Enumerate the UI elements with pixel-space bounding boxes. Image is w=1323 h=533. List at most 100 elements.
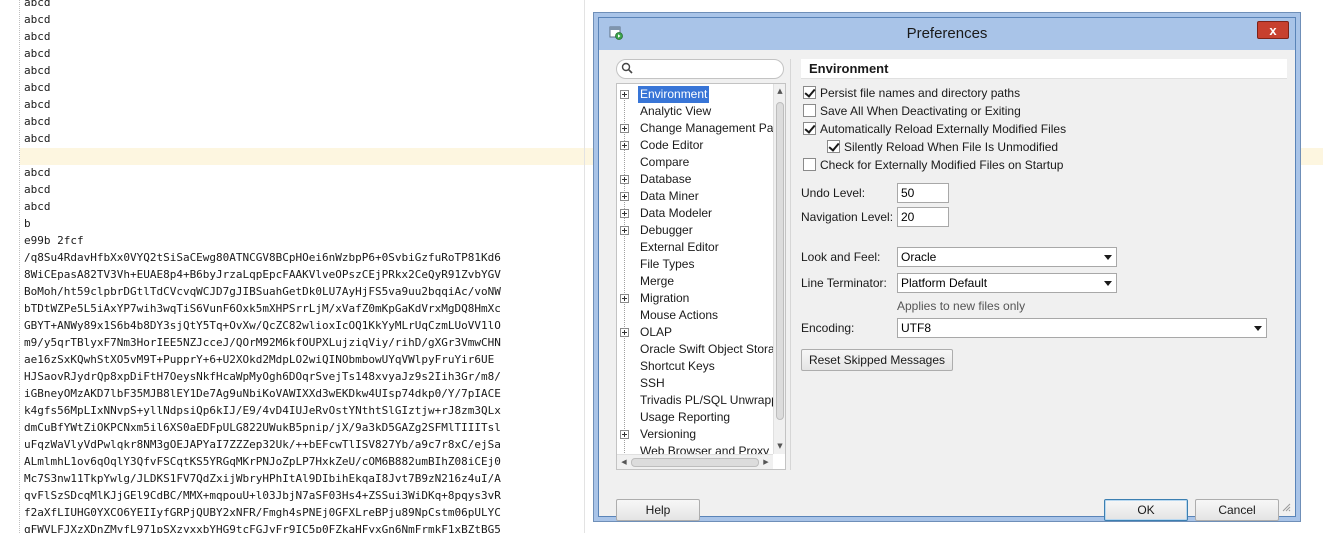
undo-level-input[interactable] — [897, 183, 949, 203]
code-line[interactable]: HJSaovRJydrQp8xpDiFtH7OeysNkfHcaWpMyOgh6… — [24, 368, 501, 385]
code-editor[interactable]: abcd abcd abcd abcd abcd abcd abcd abcd abcd abcd… — [0, 0, 584, 533]
auto-reload-checkbox[interactable] — [803, 122, 816, 135]
search-field[interactable] — [616, 59, 784, 79]
expand-plus-icon[interactable] — [620, 192, 629, 201]
tree-vertical-scrollbar[interactable]: ▲ ▼ — [773, 84, 785, 454]
code-line[interactable]: dmCuBfYWtZiOKPCNxm5il6XS0aEDFpULG822UWuk… — [24, 419, 501, 436]
code-line[interactable]: abcd — [24, 130, 501, 147]
navigation-level-label: Navigation Level: — [801, 210, 894, 224]
look-and-feel-label: Look and Feel: — [801, 250, 881, 264]
navigation-level-input[interactable] — [897, 207, 949, 227]
scroll-down-icon[interactable]: ▼ — [776, 442, 784, 450]
editor-gutter-line — [19, 0, 20, 533]
code-line[interactable]: abcd — [24, 28, 501, 45]
save-all-checkbox[interactable] — [803, 104, 816, 117]
chevron-down-icon — [1104, 255, 1112, 260]
expand-plus-icon[interactable] — [620, 141, 629, 150]
environment-panel: Environment Persist file names and direc… — [801, 59, 1287, 479]
scroll-up-icon[interactable]: ▲ — [776, 87, 784, 95]
check-startup-label: Check for Externally Modified Files on S… — [820, 158, 1064, 172]
expand-plus-icon[interactable] — [620, 175, 629, 184]
panel-divider[interactable] — [790, 59, 791, 470]
code-line[interactable]: m9/y5qrTBlyxF7Nm3HorIEE5NZJcceJ/QOrM92M6… — [24, 334, 501, 351]
expand-plus-icon[interactable] — [620, 328, 629, 337]
code-line[interactable]: abcd — [24, 62, 501, 79]
expand-plus-icon[interactable] — [620, 430, 629, 439]
tree-horizontal-scroll-thumb[interactable] — [631, 458, 759, 467]
expand-plus-icon[interactable] — [620, 90, 629, 99]
code-line[interactable]: f2aXfLIUHG0YXCO6YEIIyfGRPjQUBY2xNFR/Fmgh… — [24, 504, 501, 521]
code-line[interactable]: qFWVLFJXzXDnZMvfL971pSXzyxxbYHG9tcFGJyFr… — [24, 521, 501, 533]
check-startup-checkbox[interactable] — [803, 158, 816, 171]
preferences-tree[interactable]: Environment Analytic View Change Managemen… — [616, 83, 786, 470]
code-line[interactable]: abcd — [24, 198, 501, 215]
help-button[interactable]: Help — [616, 499, 700, 521]
scroll-right-icon[interactable]: ▶ — [762, 458, 770, 466]
code-line[interactable]: GBYT+ANWy89x1S6b4b8DY3sjQtY5Tq+OvXw/QcZC… — [24, 317, 501, 334]
tree-item-label: Compare — [640, 155, 690, 169]
cancel-button[interactable]: Cancel — [1195, 499, 1279, 521]
tree-item-label: Database — [640, 172, 692, 186]
code-line[interactable]: /q8Su4RdavHfbXx0VYQ2tSiSaCEwg80ATNCGV8BC… — [24, 249, 501, 266]
code-line[interactable]: uFqzWaVlyVdPwlqkr8NM3gOEJAPYaI7ZZZep32Uk… — [24, 436, 501, 453]
expand-plus-icon[interactable] — [620, 226, 629, 235]
code-line[interactable]: qvFlSzSDcqMlKJjGEl9CdBC/MMX+mqpouU+l03Jb… — [24, 487, 501, 504]
tree-item-label: Trivadis PL/SQL Unwrapper — [640, 393, 786, 407]
code-line[interactable]: k4gfs56MpLIxNNvpS+yllNdpsiQp6kIJ/E9/4vD4… — [24, 402, 501, 419]
line-terminator-select[interactable]: Platform Default — [897, 273, 1117, 293]
code-line[interactable]: bTDtWZPe5L5iAxYP7wih3wqTiS6VunF6Oxk5mXHP… — [24, 300, 501, 317]
tree-item-label: Usage Reporting — [640, 410, 731, 424]
code-line[interactable]: abcd — [24, 113, 501, 130]
code-line[interactable]: abcd — [24, 164, 501, 181]
code-line[interactable]: iGBneyOMzAKD7lbF35MJB8lEY1De7Ag9uNbiKoVA… — [24, 385, 501, 402]
undo-level-label: Undo Level: — [801, 186, 866, 200]
tree-vertical-scroll-thumb[interactable] — [776, 102, 784, 420]
silent-reload-label: Silently Reload When File Is Unmodified — [844, 140, 1059, 154]
code-line[interactable]: abcd — [24, 11, 501, 28]
code-line[interactable]: abcd — [24, 181, 501, 198]
tree-item-label: Shortcut Keys — [640, 359, 715, 373]
code-line[interactable]: 8WiCEpasA82TV3Vh+EUAE8p4+B6byJrzaLqpEpcF… — [24, 266, 501, 283]
code-line[interactable]: ae16zSxKQwhStXO5vM9T+PupprY+6+U2XOkd2Mdp… — [24, 351, 501, 368]
code-line[interactable]: abcd — [24, 96, 501, 113]
ok-button[interactable]: OK — [1104, 499, 1188, 521]
chevron-down-icon — [1104, 281, 1112, 286]
tree-item-label: OLAP — [640, 325, 673, 339]
expand-plus-icon[interactable] — [620, 124, 629, 133]
tree-item-label: Change Management Paran — [640, 121, 786, 135]
code-line[interactable]: b — [24, 215, 501, 232]
code-line[interactable]: e99b 2fcf — [24, 232, 501, 249]
code-line[interactable]: Mc7S3nw11TkpYwlg/JLDKS1FV7QdZxijWbryHPhI… — [24, 470, 501, 487]
tree-item-label: Code Editor — [640, 138, 704, 152]
line-terminator-hint: Applies to new files only — [897, 299, 1026, 313]
reset-skipped-messages-button[interactable]: Reset Skipped Messages — [801, 349, 953, 371]
search-input[interactable] — [639, 62, 779, 76]
encoding-value: UTF8 — [901, 321, 931, 335]
close-button[interactable]: x — [1257, 21, 1289, 39]
code-line[interactable]: abcd — [24, 79, 501, 96]
expand-plus-icon[interactable] — [620, 209, 629, 218]
silent-reload-checkbox[interactable] — [827, 140, 840, 153]
resize-grip-icon[interactable] — [1281, 502, 1291, 512]
code-lines[interactable]: abcd abcd abcd abcd abcd abcd abcd abcd abcd abcd… — [24, 0, 501, 533]
editor-right-margin — [584, 0, 585, 533]
persist-label: Persist file names and directory paths — [820, 86, 1021, 100]
code-line[interactable]: BoMoh/ht59clpbrDGtlTdCVcvqWCJD7gJIBSuahG… — [24, 283, 501, 300]
persist-checkbox[interactable] — [803, 86, 816, 99]
code-line[interactable]: ALmlmhL1ov6qOqlY3QfvFSCqtKS5YRGqMKrPNJoZ… — [24, 453, 501, 470]
code-line[interactable]: abcd — [24, 45, 501, 62]
tree-item-label: Merge — [640, 274, 675, 288]
auto-reload-label: Automatically Reload Externally Modified… — [820, 122, 1067, 136]
look-and-feel-select[interactable]: Oracle — [897, 247, 1117, 267]
dialog-title-bar[interactable]: Preferences x — [599, 18, 1295, 50]
tree-item-label: Data Miner — [640, 189, 699, 203]
save-all-label: Save All When Deactivating or Exiting — [820, 104, 1021, 118]
tree-item-label: External Editor — [640, 240, 719, 254]
line-terminator-label: Line Terminator: — [801, 276, 887, 290]
section-title: Environment — [801, 59, 1287, 79]
encoding-select[interactable]: UTF8 — [897, 318, 1267, 338]
scroll-left-icon[interactable]: ◀ — [620, 458, 628, 466]
code-line[interactable]: abcd — [24, 0, 501, 11]
tree-horizontal-scrollbar[interactable]: ◀ ▶ — [617, 454, 773, 469]
expand-plus-icon[interactable] — [620, 294, 629, 303]
